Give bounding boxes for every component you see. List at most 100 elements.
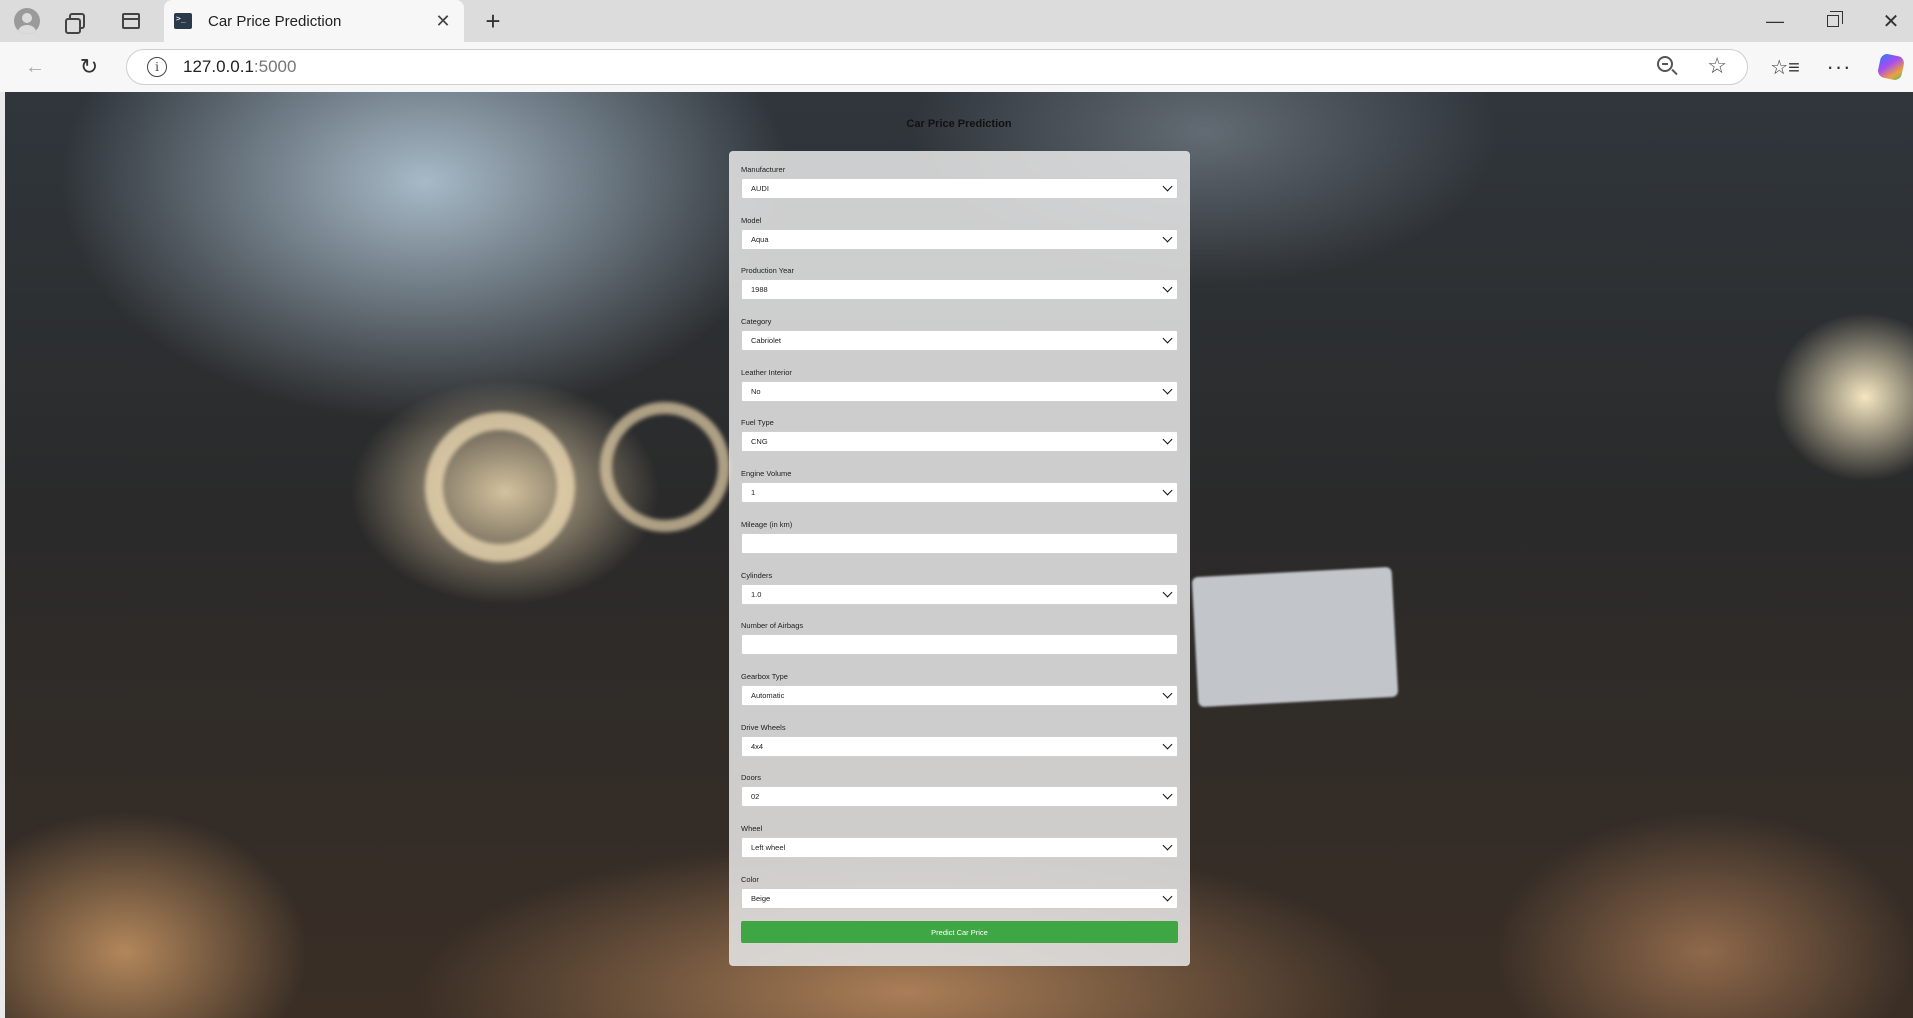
field-value: 1.0: [751, 589, 762, 599]
form-field: Category Cabriolet: [741, 317, 1178, 368]
chevron-down-icon: [1162, 840, 1173, 851]
category-select[interactable]: Cabriolet: [741, 330, 1178, 352]
chevron-down-icon: [1162, 485, 1173, 496]
back-arrow-icon[interactable]: ←: [20, 52, 50, 82]
form-field: Manufacturer AUDI: [741, 165, 1178, 216]
browser-toolbar: ← ↻ i 127.0.0.1:5000 ☆ ☆≡ ···: [0, 42, 1913, 92]
favorites-list-icon[interactable]: ☆≡: [1770, 52, 1800, 82]
form-field: Cylinders 1.0: [741, 571, 1178, 622]
tab-title: Car Price Prediction: [208, 12, 342, 30]
form-field: Gearbox Type Automatic: [741, 672, 1178, 723]
doors-select[interactable]: 02: [741, 786, 1178, 808]
cylinders-select[interactable]: 1.0: [741, 583, 1178, 605]
form-field: Model Aqua: [741, 216, 1178, 267]
form-field: Production Year 1988: [741, 266, 1178, 317]
leather-interior-select[interactable]: No: [741, 380, 1178, 402]
more-options-icon[interactable]: ···: [1824, 52, 1854, 82]
chevron-down-icon: [1162, 282, 1173, 293]
field-label: Gearbox Type: [741, 671, 788, 681]
field-value: Aqua: [751, 234, 769, 244]
form-field: Leather Interior No: [741, 368, 1178, 419]
field-label: Cylinders: [741, 570, 773, 580]
form-field: Engine Volume 1: [741, 469, 1178, 520]
chevron-down-icon: [1162, 333, 1173, 344]
wheel-select[interactable]: Left wheel: [741, 836, 1178, 858]
field-value: Cabriolet: [751, 336, 782, 346]
number-of-airbags-input[interactable]: [741, 634, 1178, 656]
info-icon[interactable]: i: [147, 57, 167, 77]
chevron-down-icon: [1162, 891, 1173, 902]
field-label: Category: [741, 317, 772, 327]
field-value: Beige: [751, 893, 771, 903]
form-field: Number of Airbags: [741, 621, 1178, 672]
color-select[interactable]: Beige: [741, 887, 1178, 909]
reload-icon[interactable]: ↻: [74, 52, 104, 82]
form-field: Wheel Left wheel: [741, 824, 1178, 875]
field-value: CNG: [751, 437, 768, 447]
favorite-star-icon[interactable]: ☆: [1707, 53, 1727, 79]
chevron-down-icon: [1162, 384, 1173, 395]
vertical-tabs-icon[interactable]: [116, 8, 146, 34]
page-title: Car Price Prediction: [906, 118, 1012, 130]
field-label: Production Year: [741, 266, 794, 276]
form-field: Color Beige: [741, 875, 1178, 926]
field-value: 02: [751, 792, 760, 802]
prediction-form: Manufacturer AUDI Model Aqua Production Year…: [729, 151, 1190, 966]
manufacturer-select[interactable]: AUDI: [741, 178, 1178, 199]
chevron-down-icon: [1162, 688, 1173, 699]
production-year-select[interactable]: 1988: [741, 279, 1178, 301]
page-viewport: Car Price Prediction Manufacturer AUDI Mod…: [5, 92, 1913, 1018]
form-field: Fuel Type CNG: [741, 418, 1178, 469]
engine-volume-select[interactable]: 1: [741, 482, 1178, 504]
chevron-down-icon: [1162, 181, 1173, 192]
minimize-icon[interactable]: —: [1760, 6, 1790, 36]
field-value: Automatic: [751, 690, 785, 700]
drive-wheels-select[interactable]: 4x4: [741, 735, 1178, 757]
field-value: AUDI: [751, 184, 769, 193]
browser-tab[interactable]: Car Price Prediction ✕: [164, 0, 464, 42]
field-label: Number of Airbags: [741, 621, 804, 631]
close-tab-icon[interactable]: ✕: [428, 6, 458, 36]
field-label: Mileage (in km): [741, 519, 793, 529]
zoom-out-icon[interactable]: [1657, 56, 1681, 80]
mileage-in-km-input[interactable]: [741, 532, 1178, 554]
address-bar[interactable]: i 127.0.0.1:5000 ☆: [126, 49, 1748, 85]
new-tab-icon[interactable]: +: [478, 6, 508, 36]
restore-icon[interactable]: [1818, 6, 1848, 36]
field-label: Model: [741, 215, 762, 225]
profile-icon[interactable]: [12, 8, 42, 34]
gearbox-type-select[interactable]: Automatic: [741, 684, 1178, 706]
field-value: Left wheel: [751, 842, 786, 852]
field-label: Doors: [741, 773, 762, 783]
field-label: Engine Volume: [741, 469, 792, 479]
field-label: Fuel Type: [741, 418, 774, 428]
chevron-down-icon: [1162, 739, 1173, 750]
browser-titlebar: Car Price Prediction ✕ + — ✕: [0, 0, 1913, 42]
chevron-down-icon: [1162, 434, 1173, 445]
form-field: Drive Wheels 4x4: [741, 723, 1178, 774]
field-label: Drive Wheels: [741, 722, 786, 732]
field-value: No: [751, 386, 761, 396]
background-license-plate: [1191, 566, 1399, 708]
close-window-icon[interactable]: ✕: [1876, 6, 1906, 36]
terminal-favicon-icon: [174, 13, 192, 29]
field-value: 1: [751, 488, 756, 498]
field-label: Manufacturer: [741, 165, 786, 174]
workspaces-icon[interactable]: [62, 8, 92, 34]
chevron-down-icon: [1162, 232, 1173, 243]
background-headlight: [425, 412, 575, 562]
form-field: Doors 02: [741, 773, 1178, 824]
fuel-type-select[interactable]: CNG: [741, 431, 1178, 453]
copilot-icon[interactable]: [1876, 52, 1906, 82]
background-headlight: [600, 402, 730, 532]
url-text[interactable]: 127.0.0.1:5000: [183, 57, 296, 77]
model-select[interactable]: Aqua: [741, 228, 1178, 250]
predict-button[interactable]: Predict Car Price: [741, 921, 1178, 944]
chevron-down-icon: [1162, 587, 1173, 597]
chevron-down-icon: [1162, 789, 1173, 800]
form-field: Mileage (in km): [741, 520, 1178, 571]
field-label: Leather Interior: [741, 367, 792, 377]
field-value: 1988: [751, 285, 768, 295]
field-label: Color: [741, 874, 759, 884]
field-label: Wheel: [741, 823, 763, 833]
